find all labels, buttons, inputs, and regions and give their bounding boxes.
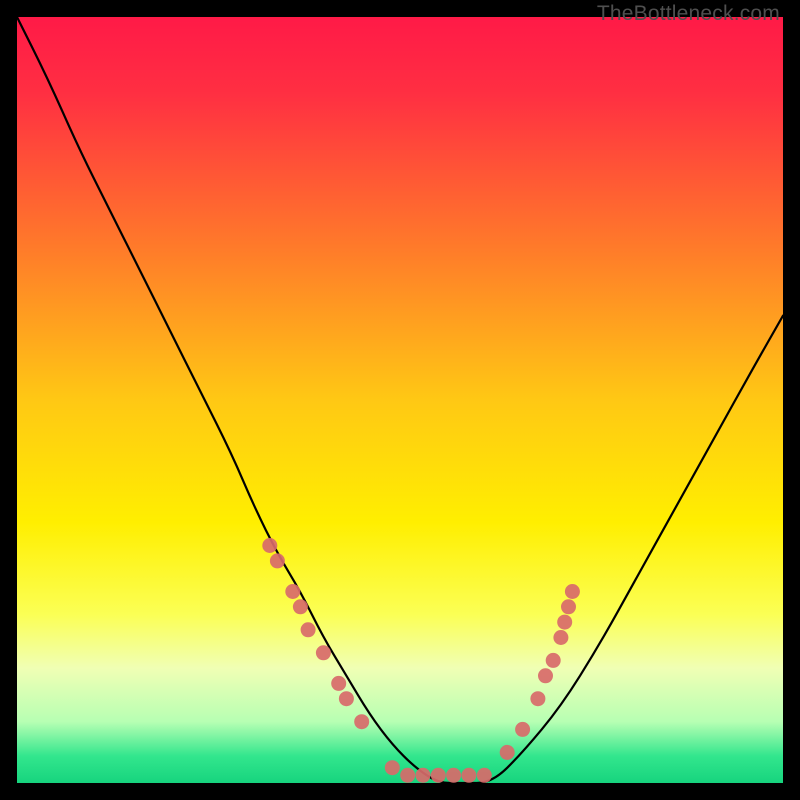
data-marker [557, 615, 572, 630]
data-marker [316, 645, 331, 660]
data-marker [477, 768, 492, 783]
data-marker [339, 691, 354, 706]
data-marker [538, 668, 553, 683]
data-marker [461, 768, 476, 783]
data-marker [431, 768, 446, 783]
data-marker [530, 691, 545, 706]
data-marker [262, 538, 277, 553]
data-marker [301, 622, 316, 637]
data-marker [565, 584, 580, 599]
chart-svg [17, 17, 783, 783]
data-marker [354, 714, 369, 729]
chart-frame [17, 17, 783, 783]
data-marker [270, 553, 285, 568]
data-marker [446, 768, 461, 783]
data-marker [293, 599, 308, 614]
data-marker [400, 768, 415, 783]
chart-background [17, 17, 783, 783]
data-marker [385, 760, 400, 775]
data-marker [515, 722, 530, 737]
data-marker [285, 584, 300, 599]
watermark-text: TheBottleneck.com [597, 2, 780, 26]
data-marker [416, 768, 431, 783]
data-marker [500, 745, 515, 760]
data-marker [546, 653, 561, 668]
data-marker [553, 630, 568, 645]
data-marker [331, 676, 346, 691]
data-marker [561, 599, 576, 614]
